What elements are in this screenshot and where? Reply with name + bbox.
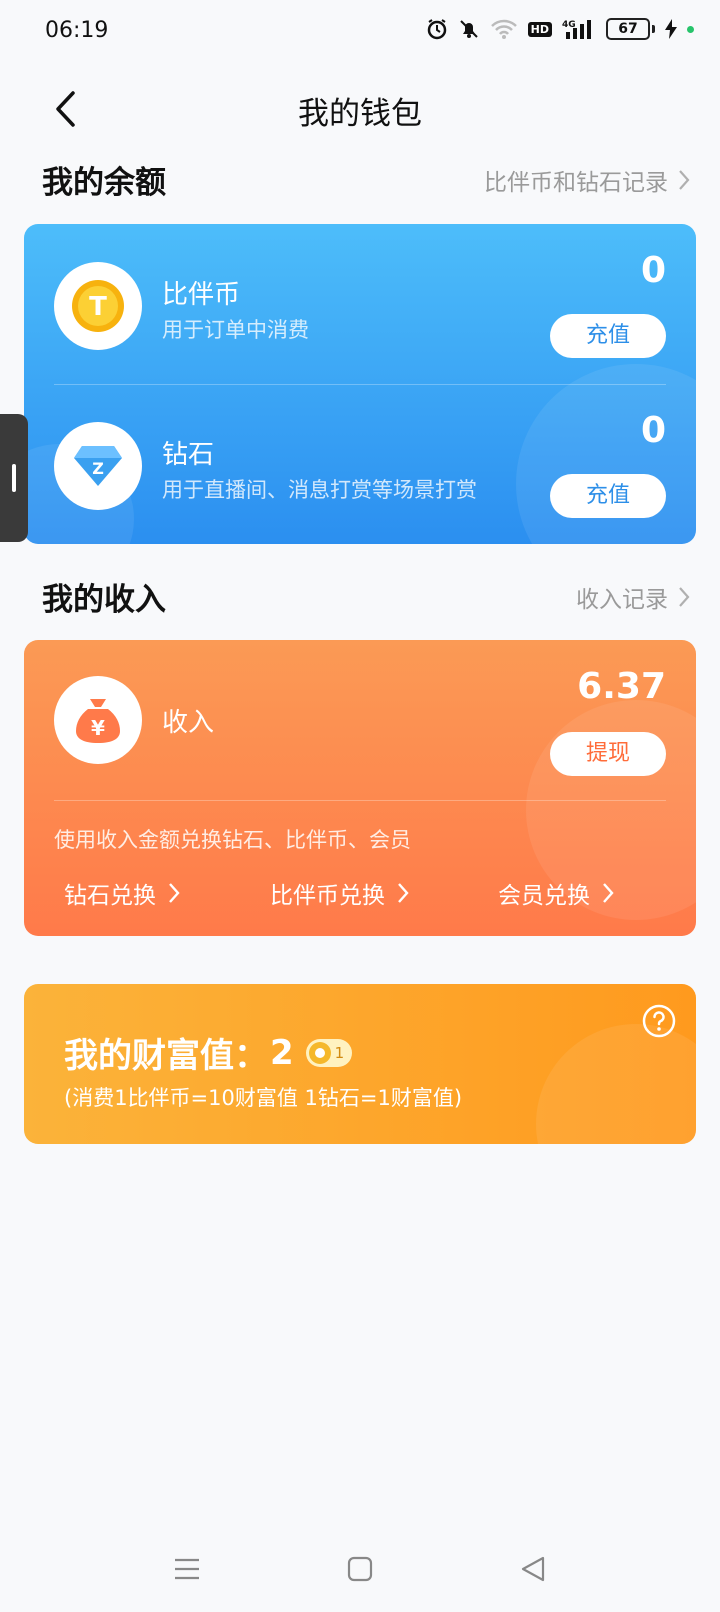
balance-section-title: 我的余额: [42, 165, 166, 201]
wealth-level-badge: 1: [305, 1038, 353, 1067]
wealth-value: 2: [270, 1032, 294, 1073]
diamond-row: Z 钻石 用于直播间、消息打赏等场景打赏 0 充值: [24, 396, 696, 536]
charging-icon: [665, 19, 677, 39]
income-section-header: 我的收入 收入记录: [42, 570, 690, 620]
money-bag-icon-wrapper: ¥: [54, 676, 142, 764]
svg-text:¥: ¥: [91, 716, 105, 740]
income-records-label: 收入记录: [576, 587, 668, 613]
signal-icon: 4G: [562, 18, 596, 40]
system-back-button[interactable]: [508, 1544, 558, 1594]
coin-title: 比伴币: [162, 280, 241, 310]
member-exchange-label: 会员兑换: [498, 883, 590, 909]
coin-icon-wrapper: T: [54, 262, 142, 350]
wealth-note: (消费1比伴币=10财富值 1钻石=1财富值): [64, 1086, 463, 1110]
triangle-back-icon: [521, 1556, 545, 1582]
income-label: 收入: [162, 708, 215, 738]
balance-records-label: 比伴币和钻石记录: [484, 170, 668, 196]
hd-badge: HD: [527, 21, 552, 37]
page-title: 我的钱包: [298, 96, 422, 132]
withdraw-button[interactable]: 提现: [550, 732, 666, 776]
top-nav: 我的钱包: [0, 74, 720, 144]
square-icon: [347, 1556, 373, 1582]
coin-exchange-link[interactable]: 比伴币兑换: [270, 876, 409, 910]
chevron-right-icon: [679, 587, 690, 607]
side-drawer-handle[interactable]: [0, 414, 28, 542]
money-bag-icon: ¥: [76, 699, 120, 743]
divider: [54, 800, 666, 801]
coin-icon: T: [72, 280, 124, 332]
chevron-right-icon: [398, 883, 409, 903]
wealth-level-icon: [308, 1041, 331, 1064]
status-icons: HD 4G 67: [426, 18, 694, 40]
wealth-line: 我的财富值： 2 1: [64, 1028, 353, 1077]
diamond-recharge-button[interactable]: 充值: [550, 474, 666, 518]
diamond-exchange-link[interactable]: 钻石兑换: [64, 876, 180, 910]
chevron-right-icon: [603, 883, 614, 903]
member-exchange-link[interactable]: 会员兑换: [498, 876, 614, 910]
svg-text:Z: Z: [92, 459, 104, 478]
battery-level: 67: [606, 18, 650, 40]
wealth-level: 1: [334, 1043, 345, 1062]
coin-recharge-button[interactable]: 充值: [550, 314, 666, 358]
wealth-label: 我的财富值：: [64, 1036, 268, 1076]
diamond-desc: 用于直播间、消息打赏等场景打赏: [162, 478, 477, 502]
divider: [54, 384, 666, 385]
coin-balance: 0: [640, 250, 666, 291]
diamond-icon-wrapper: Z: [54, 422, 142, 510]
svg-text:T: T: [89, 292, 107, 322]
income-amount: 6.37: [577, 666, 666, 707]
coin-exchange-label: 比伴币兑换: [270, 883, 385, 909]
income-card: ¥ 收入 6.37 提现 使用收入金额兑换钻石、比伴币、会员 钻石兑换 比伴币兑…: [24, 640, 696, 936]
camera-indicator-dot: [687, 25, 694, 33]
chevron-right-icon: [169, 883, 180, 903]
diamond-title: 钻石: [162, 440, 215, 470]
coin-row: T 比伴币 用于订单中消费 0 充值: [24, 236, 696, 376]
wealth-card: 我的财富值： 2 1 (消费1比伴币=10财富值 1钻石=1财富值): [24, 984, 696, 1144]
status-time: 06:19: [45, 18, 109, 43]
diamond-icon: Z: [74, 446, 122, 486]
recent-apps-button[interactable]: [162, 1544, 212, 1594]
status-bar: 06:19 HD 4G 67: [0, 0, 720, 66]
mute-bell-icon: [458, 18, 480, 40]
balance-section-header: 我的余额 比伴币和钻石记录: [42, 153, 690, 203]
chevron-right-icon: [679, 170, 690, 190]
help-icon[interactable]: [642, 1004, 676, 1038]
income-exchange-desc: 使用收入金额兑换钻石、比伴币、会员: [54, 828, 411, 852]
balance-records-link[interactable]: 比伴币和钻石记录: [484, 163, 690, 197]
balance-card: T 比伴币 用于订单中消费 0 充值 Z 钻石 用于直播间、消息打赏等场景打赏 …: [24, 224, 696, 544]
wifi-icon: [490, 18, 518, 40]
diamond-exchange-label: 钻石兑换: [64, 883, 156, 909]
system-nav-bar: [0, 1526, 720, 1612]
home-button[interactable]: [335, 1544, 385, 1594]
diamond-balance: 0: [640, 410, 666, 451]
income-records-link[interactable]: 收入记录: [576, 580, 690, 614]
menu-icon: [175, 1558, 199, 1580]
battery-indicator: 67: [606, 18, 655, 40]
income-section-title: 我的收入: [42, 582, 166, 618]
coin-desc: 用于订单中消费: [162, 318, 309, 342]
alarm-icon: [426, 18, 448, 40]
